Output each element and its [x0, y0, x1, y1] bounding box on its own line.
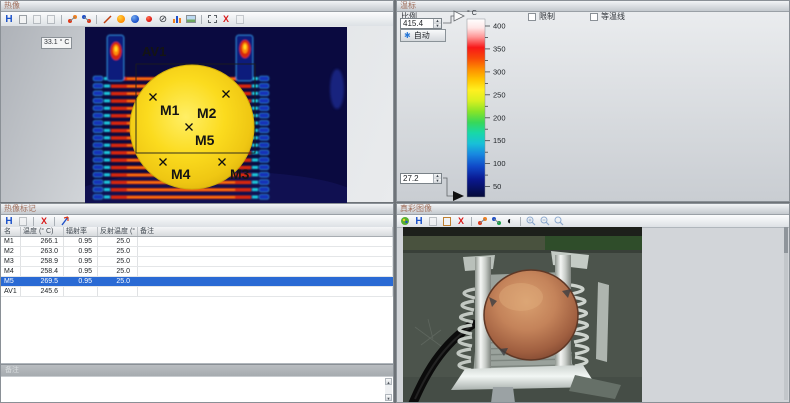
copy-icon[interactable]	[17, 14, 29, 25]
visible-light-photo[interactable]	[403, 227, 642, 402]
spot-blue-icon[interactable]	[129, 14, 141, 25]
delete-icon[interactable]: X	[38, 216, 50, 227]
limit-checkbox-label: 限制	[539, 11, 555, 22]
thermal-panel: 热像 H ⊘ X	[0, 0, 394, 202]
copy-icon[interactable]	[427, 216, 439, 227]
table-row[interactable]: M4258.4 0.9525.0	[1, 267, 393, 277]
cursor-temp-label: 33.1 ° C	[41, 37, 72, 49]
save-icon[interactable]: H	[413, 216, 425, 227]
table-header[interactable]: 名 温度 (° C) 辐射率 反射温度 (° 备注	[1, 227, 393, 237]
photo-panel: 真彩图像 H X ◐	[396, 203, 790, 403]
tick-350: 350	[493, 44, 506, 53]
scale-min-input[interactable]: 27.2 ▲▼	[400, 173, 442, 184]
tick-100: 100	[493, 159, 506, 168]
tick-250: 250	[493, 90, 506, 99]
no-marker-icon[interactable]: ⊘	[157, 14, 169, 25]
isotherm-checkbox-box[interactable]	[590, 13, 598, 21]
tick-400: 400	[493, 22, 506, 31]
image-icon[interactable]	[185, 14, 197, 25]
zoom-out-icon[interactable]	[539, 216, 551, 227]
thermal-canvas-area: AV1 M1 M2 M5 M4 M3 33.1 ° C	[1, 26, 393, 202]
scale-panel: 温标 比例 415.4 ▲▼ ✱ 自动 ° C 限制 等温线 27.2 ▲▼	[396, 0, 790, 202]
marker-label-m3[interactable]: M3	[230, 166, 250, 182]
table-row[interactable]: AV1245.6	[1, 287, 393, 297]
scale-max-input[interactable]: 415.4 ▲▼	[400, 18, 442, 29]
print-icon[interactable]	[45, 14, 57, 25]
auto-icon: ✱	[404, 31, 411, 40]
save-icon[interactable]: H	[3, 216, 15, 227]
limit-checkbox-box[interactable]	[528, 13, 536, 21]
note-icon[interactable]	[234, 14, 246, 25]
auto-button-label: 自动	[414, 30, 430, 41]
marker-label-m4[interactable]: M4	[171, 166, 191, 182]
zoom-in-icon[interactable]	[525, 216, 537, 227]
line-marker-icon[interactable]	[101, 14, 113, 25]
delete-icon[interactable]: X	[455, 216, 467, 227]
markers-table: 名 温度 (° C) 辐射率 反射温度 (° 备注 M1266.1 0.9525…	[1, 227, 393, 364]
zoom-fit-icon[interactable]	[553, 216, 565, 227]
min-spin-down-icon[interactable]: ▼	[434, 179, 441, 184]
app-window: 热像 H ⊘ X	[0, 0, 790, 403]
thermal-panel-title: 热像	[1, 1, 393, 12]
paste-icon[interactable]	[441, 216, 453, 227]
auto-button[interactable]: ✱ 自动	[400, 29, 446, 42]
histogram-icon[interactable]	[171, 14, 183, 25]
markers-panel-title: 热像标记	[1, 204, 393, 215]
table-row[interactable]: M2263.0 0.9525.0	[1, 247, 393, 257]
scroll-up-icon[interactable]: ▲	[385, 378, 392, 385]
marker-label-m2[interactable]: M2	[197, 105, 217, 121]
table-row[interactable]: M1266.1 0.9525.0	[1, 237, 393, 247]
isotherm-checkbox[interactable]: 等温线	[590, 11, 625, 22]
max-pointer[interactable]	[454, 11, 464, 21]
photo-panel-title: 真彩图像	[397, 204, 789, 215]
spot-orange-icon[interactable]	[115, 14, 127, 25]
nodes-red-icon[interactable]	[66, 14, 78, 25]
tick-150: 150	[493, 136, 506, 145]
area-label[interactable]: AV1	[142, 44, 166, 59]
colorbar-graphic: 400 350 300 250 200 150 100 50	[397, 1, 790, 203]
nodes-blue-icon[interactable]	[80, 14, 92, 25]
tick-50: 50	[493, 182, 501, 191]
min-pointer[interactable]	[453, 191, 464, 201]
spot-red-icon[interactable]	[143, 14, 155, 25]
colorbar[interactable]	[467, 19, 485, 197]
marker-label-m5[interactable]: M5	[195, 132, 215, 148]
delete-icon[interactable]: X	[220, 14, 232, 25]
nodes-red-icon[interactable]	[476, 216, 488, 227]
limit-checkbox[interactable]: 限制	[528, 11, 555, 22]
max-spin-down-icon[interactable]: ▼	[434, 24, 441, 29]
isotherm-checkbox-label: 等温线	[601, 11, 625, 22]
pointer-icon[interactable]	[59, 216, 71, 227]
scale-min-value: 27.2	[401, 174, 433, 183]
contrast-icon[interactable]: ◐	[504, 216, 516, 227]
palette-icon[interactable]	[399, 216, 411, 227]
rect-select-icon[interactable]	[206, 14, 218, 25]
markers-table-panel: 热像标记 H X 名 温度 (° C) 辐射率 反射温度 (° 备注 M1266…	[0, 203, 394, 403]
nodes-blue-icon[interactable]	[490, 216, 502, 227]
photo-scrollbar[interactable]	[784, 227, 788, 400]
table-row[interactable]: M3258.9 0.9525.0	[1, 257, 393, 267]
save-icon[interactable]: H	[3, 14, 15, 25]
unit-label: ° C	[467, 10, 477, 17]
remark-header: 备注	[1, 364, 393, 376]
remark-scrollbar[interactable]: ▲ ▼	[385, 378, 392, 401]
tick-200: 200	[493, 113, 506, 122]
table-row-selected[interactable]: M5269.5 0.9525.0	[1, 277, 393, 287]
cut-icon[interactable]	[31, 14, 43, 25]
scale-max-value: 415.4	[401, 19, 433, 28]
remark-area[interactable]: ▲ ▼	[1, 376, 393, 402]
thermal-toolbar: H ⊘ X	[1, 12, 393, 27]
tick-300: 300	[493, 67, 506, 76]
thermal-image[interactable]: AV1 M1 M2 M5 M4 M3	[85, 27, 347, 203]
marker-label-m1[interactable]: M1	[160, 102, 180, 118]
copy-icon[interactable]	[17, 216, 29, 227]
scroll-down-icon[interactable]: ▼	[385, 394, 392, 401]
